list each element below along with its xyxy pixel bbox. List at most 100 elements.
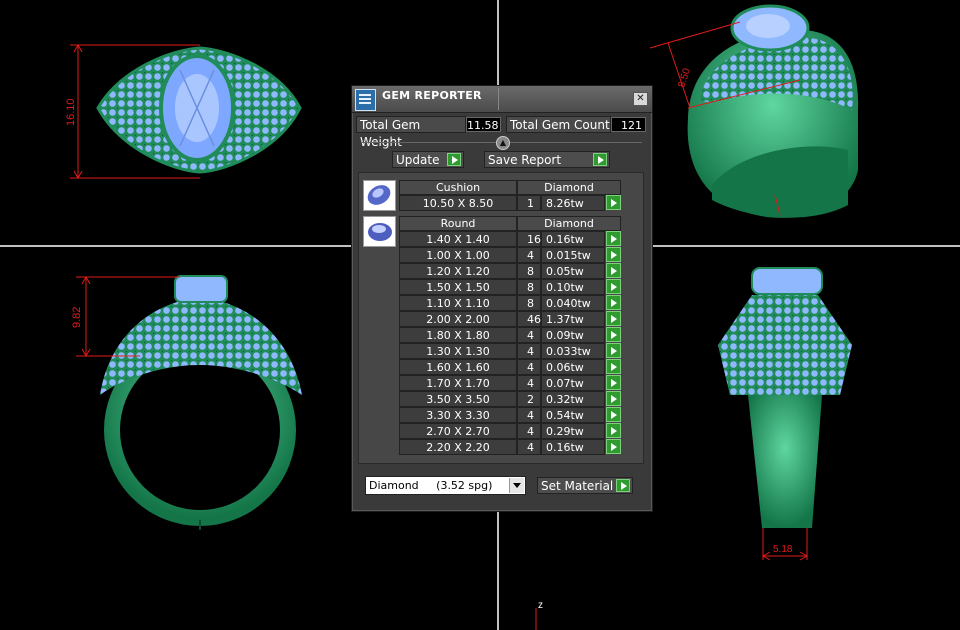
gem-size-cell: 1.80 X 1.80	[399, 327, 517, 343]
select-gems-arrow-icon[interactable]	[606, 195, 621, 210]
gem-size-cell: 1.60 X 1.60	[399, 359, 517, 375]
gem-count-cell: 8	[517, 279, 541, 295]
gem-count-cell: 4	[517, 359, 541, 375]
select-gems-arrow-icon[interactable]	[606, 359, 621, 374]
gem-size-cell: 1.40 X 1.40	[399, 231, 517, 247]
group-shape-header: Round	[399, 216, 517, 231]
gem-row[interactable]: 2.00 X 2.00 46 1.37tw	[359, 311, 643, 327]
gem-size-cell: 2.70 X 2.70	[399, 423, 517, 439]
select-gems-arrow-icon[interactable]	[606, 407, 621, 422]
total-gem-count-value: 121	[611, 117, 646, 132]
top-view-dimension-label: 16.10	[65, 98, 77, 126]
front-view-ring[interactable]	[100, 275, 302, 530]
update-arrow-icon	[447, 153, 461, 166]
gem-row[interactable]: 2.70 X 2.70 4 0.29tw	[359, 423, 643, 439]
gem-weight-cell: 8.26tw	[541, 195, 605, 211]
gem-row[interactable]: 1.10 X 1.10 8 0.040tw	[359, 295, 643, 311]
gem-size-cell: 1.30 X 1.30	[399, 343, 517, 359]
gem-row[interactable]: 2.20 X 2.20 4 0.16tw	[359, 439, 643, 455]
gem-row[interactable]: 3.30 X 3.30 4 0.54tw	[359, 407, 643, 423]
gem-count-cell: 4	[517, 407, 541, 423]
gem-row[interactable]: 3.50 X 3.50 2 0.32tw	[359, 391, 643, 407]
gem-weight-cell: 0.05tw	[541, 263, 605, 279]
z-axis-label: z	[538, 600, 543, 611]
gem-count-cell: 4	[517, 423, 541, 439]
select-gems-arrow-icon[interactable]	[606, 263, 621, 278]
material-select[interactable]: Diamond (3.52 spg)	[365, 476, 526, 495]
dialog-title: GEM REPORTER	[382, 89, 482, 102]
gem-row[interactable]: 1.80 X 1.80 4 0.09tw	[359, 327, 643, 343]
gem-size-cell: 2.00 X 2.00	[399, 311, 517, 327]
gem-weight-cell: 0.32tw	[541, 391, 605, 407]
select-gems-arrow-icon[interactable]	[606, 247, 621, 262]
gem-weight-cell: 0.16tw	[541, 231, 605, 247]
save-report-arrow-icon	[593, 153, 607, 166]
perspective-view-dimension-label: 8.50	[676, 67, 693, 89]
gem-count-cell: 4	[517, 439, 541, 455]
gem-size-cell: 10.50 X 8.50	[399, 195, 517, 211]
gem-size-cell: 3.50 X 3.50	[399, 391, 517, 407]
gem-weight-cell: 0.10tw	[541, 279, 605, 295]
gem-row[interactable]: 1.00 X 1.00 4 0.015tw	[359, 247, 643, 263]
gem-row[interactable]: 1.60 X 1.60 4 0.06tw	[359, 359, 643, 375]
gem-size-cell: 2.20 X 2.20	[399, 439, 517, 455]
gem-list: Cushion Diamond 10.50 X 8.50 1 8.26tw Round Di…	[358, 172, 644, 464]
gem-size-cell: 1.20 X 1.20	[399, 263, 517, 279]
close-icon[interactable]: ✕	[633, 92, 648, 106]
select-gems-arrow-icon[interactable]	[606, 423, 621, 438]
gem-count-cell: 8	[517, 263, 541, 279]
perspective-view-ring[interactable]	[687, 4, 859, 218]
select-gems-arrow-icon[interactable]	[606, 231, 621, 246]
total-gem-weight-value: 11.58	[466, 117, 501, 132]
side-view-dimension-label: 5.18	[773, 544, 793, 555]
select-gems-arrow-icon[interactable]	[606, 311, 621, 326]
select-gems-arrow-icon[interactable]	[606, 439, 621, 454]
gem-count-cell: 16	[517, 231, 541, 247]
gem-weight-cell: 0.16tw	[541, 439, 605, 455]
select-gems-arrow-icon[interactable]	[606, 295, 621, 310]
select-gems-arrow-icon[interactable]	[606, 375, 621, 390]
gem-weight-cell: 1.37tw	[541, 311, 605, 327]
top-view-ring[interactable]	[96, 46, 302, 174]
select-gems-arrow-icon[interactable]	[606, 391, 621, 406]
gem-row[interactable]: 1.30 X 1.30 4 0.033tw	[359, 343, 643, 359]
gem-weight-cell: 0.29tw	[541, 423, 605, 439]
set-material-button-label: Set Material	[541, 479, 614, 493]
group-material-header: Diamond	[517, 180, 621, 195]
collapse-toggle-icon[interactable]: ▲	[496, 136, 510, 150]
gem-row[interactable]: 1.50 X 1.50 8 0.10tw	[359, 279, 643, 295]
save-report-button[interactable]: Save Report	[484, 151, 610, 168]
chevron-down-icon[interactable]	[509, 478, 524, 493]
group-material-header: Diamond	[517, 216, 621, 231]
update-button[interactable]: Update	[392, 151, 464, 168]
gem-row[interactable]: 1.40 X 1.40 16 0.16tw	[359, 231, 643, 247]
group-shape-header: Cushion	[399, 180, 517, 195]
set-material-arrow-icon	[616, 479, 630, 492]
gem-count-cell: 46	[517, 311, 541, 327]
select-gems-arrow-icon[interactable]	[606, 327, 621, 342]
total-gem-count-label: Total Gem Count	[506, 116, 611, 133]
gem-count-cell: 4	[517, 343, 541, 359]
gem-reporter-dialog: GEM REPORTER ✕ Total Gem Weight 11.58 To…	[351, 85, 653, 512]
gem-size-cell: 1.00 X 1.00	[399, 247, 517, 263]
gem-row[interactable]: 1.20 X 1.20 8 0.05tw	[359, 263, 643, 279]
save-report-button-label: Save Report	[488, 153, 562, 167]
gem-size-cell: 1.50 X 1.50	[399, 279, 517, 295]
gem-count-cell: 4	[517, 247, 541, 263]
gem-size-cell: 1.70 X 1.70	[399, 375, 517, 391]
gem-count-cell: 2	[517, 391, 541, 407]
gem-weight-cell: 0.015tw	[541, 247, 605, 263]
set-material-button[interactable]: Set Material	[537, 477, 633, 494]
dialog-titlebar[interactable]: GEM REPORTER ✕	[352, 86, 652, 113]
gem-count-cell: 4	[517, 375, 541, 391]
gem-count-cell: 8	[517, 295, 541, 311]
side-view-ring[interactable]	[718, 267, 852, 528]
gem-weight-cell: 0.033tw	[541, 343, 605, 359]
select-gems-arrow-icon[interactable]	[606, 279, 621, 294]
gem-row[interactable]: 1.70 X 1.70 4 0.07tw	[359, 375, 643, 391]
gem-reporter-app-icon	[355, 89, 376, 111]
total-gem-weight-label: Total Gem Weight	[356, 116, 466, 149]
titlebar-separator	[498, 88, 499, 110]
gem-row[interactable]: 10.50 X 8.50 1 8.26tw	[359, 195, 643, 211]
select-gems-arrow-icon[interactable]	[606, 343, 621, 358]
